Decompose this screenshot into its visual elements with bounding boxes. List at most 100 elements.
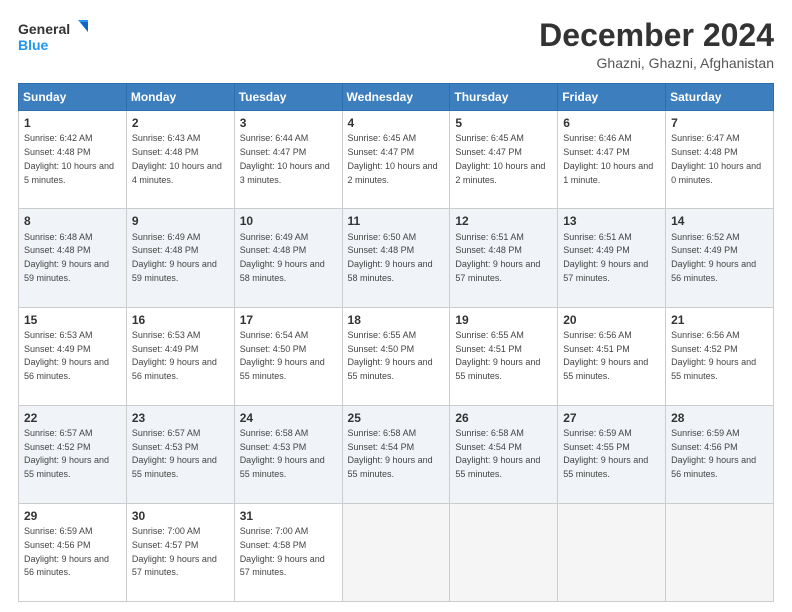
- day-number: 7: [671, 115, 768, 131]
- table-cell: 4Sunrise: 6:45 AMSunset: 4:47 PMDaylight…: [342, 111, 450, 209]
- day-info: Sunrise: 6:59 AMSunset: 4:56 PMDaylight:…: [671, 428, 756, 479]
- day-info: Sunrise: 6:55 AMSunset: 4:51 PMDaylight:…: [455, 330, 540, 381]
- table-cell: 13Sunrise: 6:51 AMSunset: 4:49 PMDayligh…: [558, 209, 666, 307]
- table-cell: 1 Sunrise: 6:42 AMSunset: 4:48 PMDaylight…: [19, 111, 127, 209]
- day-info: Sunrise: 6:45 AMSunset: 4:47 PMDaylight:…: [455, 133, 545, 184]
- day-number: 20: [563, 312, 660, 328]
- day-number: 18: [348, 312, 445, 328]
- day-info: Sunrise: 6:55 AMSunset: 4:50 PMDaylight:…: [348, 330, 433, 381]
- day-number: 17: [240, 312, 337, 328]
- table-cell: [450, 503, 558, 601]
- week-row-4: 22 Sunrise: 6:57 AMSunset: 4:52 PMDayligh…: [19, 405, 774, 503]
- day-info: Sunrise: 6:57 AMSunset: 4:53 PMDaylight:…: [132, 428, 217, 479]
- day-info: Sunrise: 6:49 AMSunset: 4:48 PMDaylight:…: [240, 232, 325, 283]
- logo: General Blue: [18, 18, 88, 56]
- table-cell: 14Sunrise: 6:52 AMSunset: 4:49 PMDayligh…: [666, 209, 774, 307]
- day-info: Sunrise: 6:49 AMSunset: 4:48 PMDaylight:…: [132, 232, 217, 283]
- svg-text:General: General: [18, 21, 70, 37]
- day-info: Sunrise: 6:48 AMSunset: 4:48 PMDaylight:…: [24, 232, 109, 283]
- day-info: Sunrise: 6:59 AMSunset: 4:56 PMDaylight:…: [24, 526, 109, 577]
- table-cell: 15 Sunrise: 6:53 AMSunset: 4:49 PMDayligh…: [19, 307, 127, 405]
- table-cell: 19 Sunrise: 6:55 AMSunset: 4:51 PMDayligh…: [450, 307, 558, 405]
- day-info: Sunrise: 6:47 AMSunset: 4:48 PMDaylight:…: [671, 133, 761, 184]
- day-number: 6: [563, 115, 660, 131]
- day-number: 31: [240, 508, 337, 524]
- day-number: 14: [671, 213, 768, 229]
- day-number: 11: [348, 213, 445, 229]
- week-row-2: 8 Sunrise: 6:48 AMSunset: 4:48 PMDaylight…: [19, 209, 774, 307]
- table-cell: 23Sunrise: 6:57 AMSunset: 4:53 PMDayligh…: [126, 405, 234, 503]
- title-area: December 2024 Ghazni, Ghazni, Afghanista…: [539, 18, 774, 71]
- day-number: 22: [24, 410, 121, 426]
- day-info: Sunrise: 6:46 AMSunset: 4:47 PMDaylight:…: [563, 133, 653, 184]
- col-header-sunday: Sunday: [19, 84, 127, 111]
- page: General Blue December 2024 Ghazni, Ghazn…: [0, 0, 792, 612]
- table-cell: 2 Sunrise: 6:43 AMSunset: 4:48 PMDaylight…: [126, 111, 234, 209]
- table-cell: 7 Sunrise: 6:47 AMSunset: 4:48 PMDaylight…: [666, 111, 774, 209]
- day-info: Sunrise: 6:57 AMSunset: 4:52 PMDaylight:…: [24, 428, 109, 479]
- calendar-table: SundayMondayTuesdayWednesdayThursdayFrid…: [18, 83, 774, 602]
- day-number: 10: [240, 213, 337, 229]
- table-cell: 12Sunrise: 6:51 AMSunset: 4:48 PMDayligh…: [450, 209, 558, 307]
- day-info: Sunrise: 6:56 AMSunset: 4:51 PMDaylight:…: [563, 330, 648, 381]
- table-cell: 24 Sunrise: 6:58 AMSunset: 4:53 PMDayligh…: [234, 405, 342, 503]
- day-number: 19: [455, 312, 552, 328]
- day-info: Sunrise: 6:43 AMSunset: 4:48 PMDaylight:…: [132, 133, 222, 184]
- table-cell: 27Sunrise: 6:59 AMSunset: 4:55 PMDayligh…: [558, 405, 666, 503]
- week-row-1: 1 Sunrise: 6:42 AMSunset: 4:48 PMDaylight…: [19, 111, 774, 209]
- table-cell: 29Sunrise: 6:59 AMSunset: 4:56 PMDayligh…: [19, 503, 127, 601]
- day-number: 9: [132, 213, 229, 229]
- day-number: 28: [671, 410, 768, 426]
- day-number: 12: [455, 213, 552, 229]
- table-cell: 16 Sunrise: 6:53 AMSunset: 4:49 PMDayligh…: [126, 307, 234, 405]
- table-cell: 25Sunrise: 6:58 AMSunset: 4:54 PMDayligh…: [342, 405, 450, 503]
- day-info: Sunrise: 6:58 AMSunset: 4:53 PMDaylight:…: [240, 428, 325, 479]
- day-number: 24: [240, 410, 337, 426]
- table-cell: 9 Sunrise: 6:49 AMSunset: 4:48 PMDaylight…: [126, 209, 234, 307]
- day-number: 4: [348, 115, 445, 131]
- day-number: 5: [455, 115, 552, 131]
- day-number: 15: [24, 312, 121, 328]
- table-cell: 28 Sunrise: 6:59 AMSunset: 4:56 PMDayligh…: [666, 405, 774, 503]
- svg-text:Blue: Blue: [18, 37, 49, 53]
- table-cell: 31 Sunrise: 7:00 AMSunset: 4:58 PMDayligh…: [234, 503, 342, 601]
- table-cell: 11Sunrise: 6:50 AMSunset: 4:48 PMDayligh…: [342, 209, 450, 307]
- day-number: 3: [240, 115, 337, 131]
- day-info: Sunrise: 6:42 AMSunset: 4:48 PMDaylight:…: [24, 133, 114, 184]
- day-info: Sunrise: 6:58 AMSunset: 4:54 PMDaylight:…: [455, 428, 540, 479]
- day-number: 26: [455, 410, 552, 426]
- table-cell: [342, 503, 450, 601]
- day-number: 13: [563, 213, 660, 229]
- col-header-wednesday: Wednesday: [342, 84, 450, 111]
- day-number: 21: [671, 312, 768, 328]
- table-cell: 17 Sunrise: 6:54 AMSunset: 4:50 PMDayligh…: [234, 307, 342, 405]
- generalblue-logo-icon: General Blue: [18, 18, 88, 56]
- day-info: Sunrise: 7:00 AMSunset: 4:58 PMDaylight:…: [240, 526, 325, 577]
- day-number: 16: [132, 312, 229, 328]
- table-cell: 6 Sunrise: 6:46 AMSunset: 4:47 PMDaylight…: [558, 111, 666, 209]
- table-cell: 21 Sunrise: 6:56 AMSunset: 4:52 PMDayligh…: [666, 307, 774, 405]
- header: General Blue December 2024 Ghazni, Ghazn…: [18, 18, 774, 71]
- day-info: Sunrise: 6:53 AMSunset: 4:49 PMDaylight:…: [24, 330, 109, 381]
- col-header-thursday: Thursday: [450, 84, 558, 111]
- day-info: Sunrise: 6:56 AMSunset: 4:52 PMDaylight:…: [671, 330, 756, 381]
- table-cell: 30 Sunrise: 7:00 AMSunset: 4:57 PMDayligh…: [126, 503, 234, 601]
- month-title: December 2024: [539, 18, 774, 53]
- location: Ghazni, Ghazni, Afghanistan: [539, 55, 774, 71]
- day-number: 8: [24, 213, 121, 229]
- day-info: Sunrise: 7:00 AMSunset: 4:57 PMDaylight:…: [132, 526, 217, 577]
- table-cell: 10 Sunrise: 6:49 AMSunset: 4:48 PMDayligh…: [234, 209, 342, 307]
- day-info: Sunrise: 6:54 AMSunset: 4:50 PMDaylight:…: [240, 330, 325, 381]
- day-number: 2: [132, 115, 229, 131]
- day-number: 1: [24, 115, 121, 131]
- col-header-tuesday: Tuesday: [234, 84, 342, 111]
- day-info: Sunrise: 6:58 AMSunset: 4:54 PMDaylight:…: [348, 428, 433, 479]
- day-number: 30: [132, 508, 229, 524]
- col-header-saturday: Saturday: [666, 84, 774, 111]
- table-cell: 5 Sunrise: 6:45 AMSunset: 4:47 PMDaylight…: [450, 111, 558, 209]
- day-info: Sunrise: 6:53 AMSunset: 4:49 PMDaylight:…: [132, 330, 217, 381]
- table-cell: 26 Sunrise: 6:58 AMSunset: 4:54 PMDayligh…: [450, 405, 558, 503]
- col-header-monday: Monday: [126, 84, 234, 111]
- table-cell: 22 Sunrise: 6:57 AMSunset: 4:52 PMDayligh…: [19, 405, 127, 503]
- table-cell: 18 Sunrise: 6:55 AMSunset: 4:50 PMDayligh…: [342, 307, 450, 405]
